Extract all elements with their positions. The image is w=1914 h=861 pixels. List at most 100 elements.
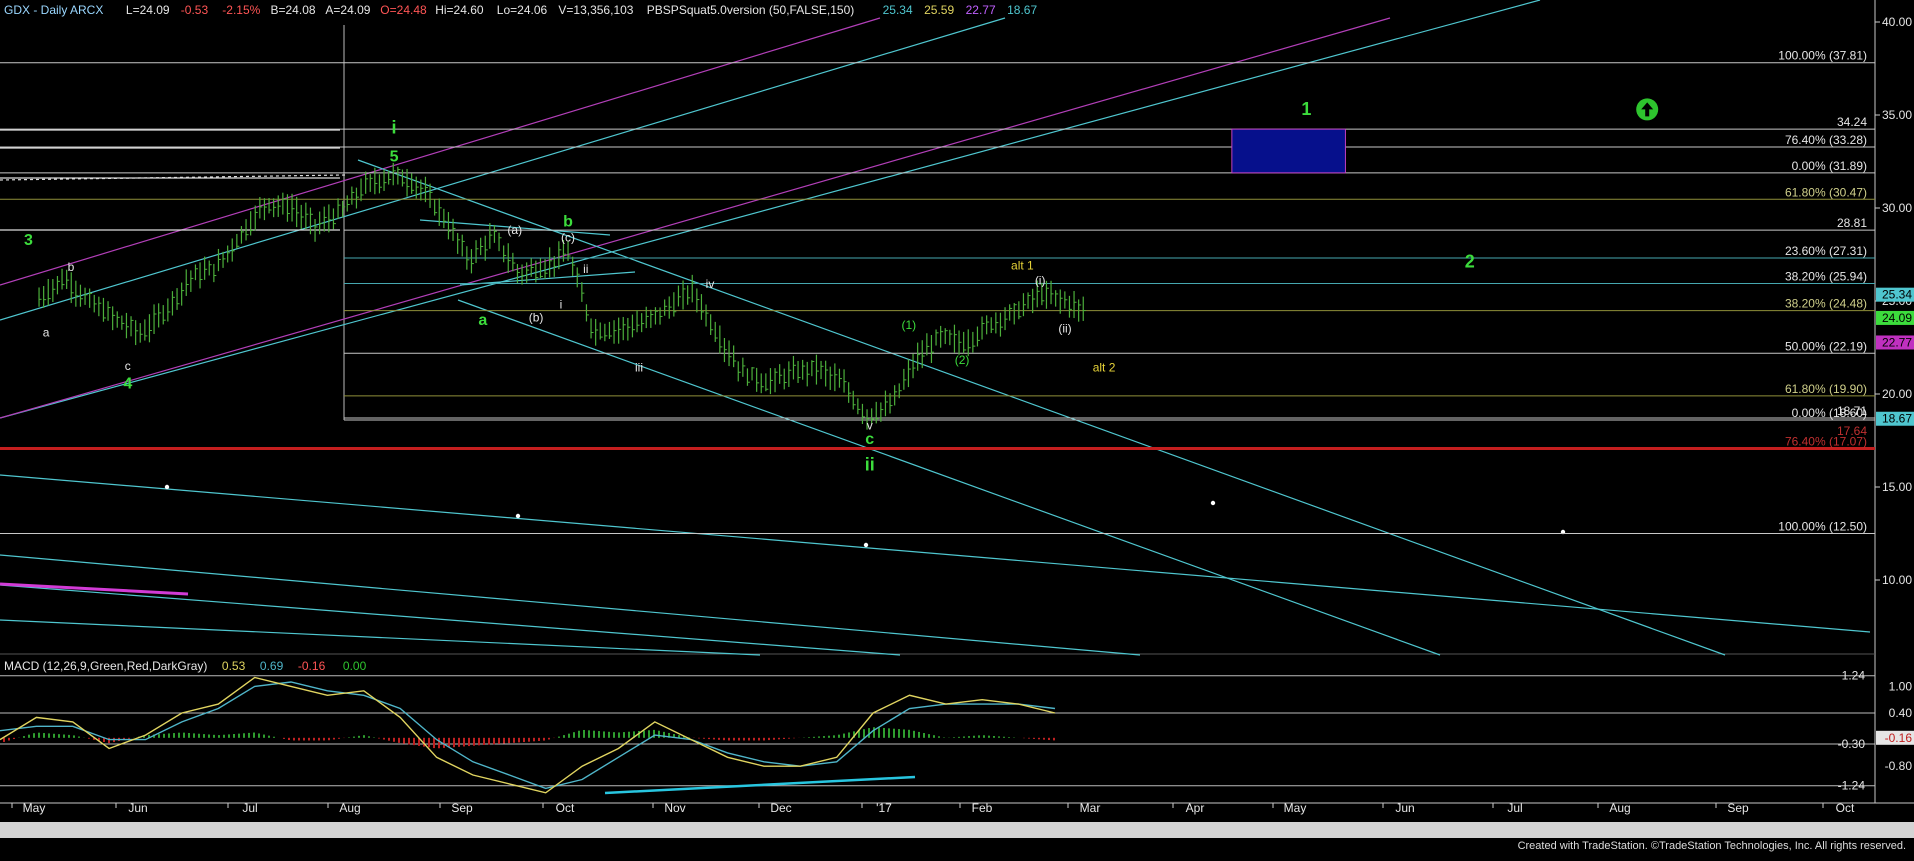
x-axis-month-label: Nov [664, 801, 685, 815]
x-axis-month-label: Dec [770, 801, 791, 815]
horizontal-scrollbar[interactable] [0, 822, 1914, 838]
header-study-value: 25.59 [924, 3, 954, 17]
wave-label: alt 1 [1011, 258, 1034, 272]
fib-level-label: 28.81 [1837, 216, 1867, 230]
x-axis-month-label: Aug [339, 801, 360, 815]
trend-line [0, 619, 761, 656]
header-high: Hi=24.60 [435, 3, 484, 17]
y-axis-tick-label: 30.00 [1882, 201, 1912, 215]
wave-label: b [563, 214, 573, 231]
x-axis-month-label: May [1284, 801, 1307, 815]
x-axis-month-label: Jul [242, 801, 257, 815]
x-axis-month-label: Oct [1836, 801, 1855, 815]
macd-header-label: MACD (12,26,9,Green,Red,DarkGray) [4, 659, 207, 673]
x-axis-month-label: Feb [972, 801, 993, 815]
trend-line [0, 17, 1006, 321]
macd-header-value: -0.16 [298, 659, 326, 673]
header-last: L=24.09 [126, 3, 170, 17]
fib-level-label: 100.00% (37.81) [1778, 49, 1867, 63]
footer-credit: Created with TradeStation. ©TradeStation… [1517, 840, 1906, 852]
macd-header-value: 0.53 [222, 659, 246, 673]
fib-level-label: 61.80% (30.47) [1785, 185, 1867, 199]
price-tag-label: 18.67 [1882, 412, 1912, 426]
macd-value-tag-label: -0.16 [1885, 731, 1913, 745]
trend-line [0, 17, 1391, 419]
wave-label: (c) [561, 230, 575, 244]
wave-label: 3 [24, 232, 33, 249]
wave-label: (ii) [1058, 322, 1071, 336]
header-low: Lo=24.06 [497, 3, 548, 17]
macd-tick-label: -1.24 [1838, 779, 1866, 793]
projection-dot [1210, 500, 1216, 506]
wave-label: a [478, 312, 487, 329]
wave-label: c [125, 359, 131, 373]
fib-level-label: 100.00% (12.50) [1778, 520, 1867, 534]
wave-label: b [68, 260, 75, 274]
fib-level-label: 0.00% (18.60) [1792, 406, 1867, 420]
trend-line [0, 17, 881, 286]
chart-window: 100.00% (37.81) 34.24 76.40% (33.28) 0.00% … [0, 0, 1914, 856]
price-tag-label: 22.77 [1882, 335, 1912, 349]
x-axis-month-label: Jun [1395, 801, 1414, 815]
fib-level-label: 38.20% (24.48) [1785, 297, 1867, 311]
y-axis-tick-label: 20.00 [1882, 387, 1912, 401]
macd-tick-label: 1.00 [1889, 679, 1913, 693]
price-tag-label: 24.09 [1882, 311, 1912, 325]
fib-level-label: 0.00% (31.89) [1792, 159, 1867, 173]
x-axis-month-label: Oct [556, 801, 575, 815]
projection-dot [863, 542, 869, 548]
y-axis-tick-label: 40.00 [1882, 15, 1912, 29]
x-axis-month-label: May [23, 801, 46, 815]
header-study: PBSPSquat5.0version (50,FALSE,150) [647, 3, 854, 17]
fib-level-label: 76.40% (17.07) [1785, 434, 1867, 448]
wave-label: (a) [507, 223, 522, 237]
x-axis-month-label: Jun [128, 801, 147, 815]
up-arrow-circle-icon [1636, 98, 1659, 121]
wave-label: 1 [1301, 99, 1311, 119]
header-ask: A=24.09 [325, 3, 370, 17]
trend-line [0, 554, 1141, 656]
macd-tick-label: 0.40 [1889, 706, 1913, 720]
wave-label: iii [635, 361, 643, 375]
macd-divergence-line [604, 775, 916, 795]
wave-label: 2 [1465, 252, 1475, 272]
macd-header-value: 0.69 [260, 659, 284, 673]
fib-level-label: 23.60% (27.31) [1785, 244, 1867, 258]
wave-label: (2) [955, 353, 970, 367]
fib-level-label: 61.80% (19.90) [1785, 382, 1867, 396]
wave-label: (1) [901, 318, 916, 332]
header-bid: B=24.08 [271, 3, 316, 17]
wave-label: ii [865, 454, 875, 474]
header-volume: V=13,356,103 [558, 3, 633, 17]
header-study-value: 25.34 [883, 3, 913, 17]
fib-level-label: 38.20% (25.94) [1785, 270, 1867, 284]
price-tag-label: 25.34 [1882, 288, 1912, 302]
y-axis-tick-label: 35.00 [1882, 108, 1912, 122]
wave-label: i [560, 297, 563, 311]
wave-label: ii [583, 262, 588, 276]
y-axis-tick-label: 10.00 [1882, 573, 1912, 587]
macd-tick-label: 1.24 [1842, 669, 1866, 683]
price-chart: 100.00% (37.81) 34.24 76.40% (33.28) 0.00% … [0, 0, 1914, 815]
wave-label: (i) [1035, 273, 1046, 287]
wave-label: 5 [390, 149, 399, 166]
header-open: O=24.48 [380, 3, 427, 17]
x-axis-month-label: Aug [1609, 801, 1630, 815]
x-axis-month-label: Apr [1186, 801, 1205, 815]
y-axis-tick-label: 15.00 [1882, 480, 1912, 494]
x-axis-month-label: Sep [451, 801, 473, 815]
fib-level-label: 34.24 [1837, 115, 1867, 129]
x-axis-month-label: Sep [1727, 801, 1749, 815]
projection-dot [164, 484, 170, 490]
macd-header-value: 0.00 [343, 659, 367, 673]
wave-label: i [392, 118, 397, 138]
wave-label: 4 [123, 375, 132, 392]
header-symbol: GDX - Daily ARCX [4, 3, 103, 17]
wave-label: alt 2 [1093, 361, 1116, 375]
fib-level-label: 50.00% (22.19) [1785, 339, 1867, 353]
wave-label: a [43, 325, 50, 339]
x-axis-month-label: '17 [876, 801, 892, 815]
header-study-value: 22.77 [966, 3, 996, 17]
projection-dot [515, 513, 521, 519]
header-study-value: 18.67 [1007, 3, 1037, 17]
